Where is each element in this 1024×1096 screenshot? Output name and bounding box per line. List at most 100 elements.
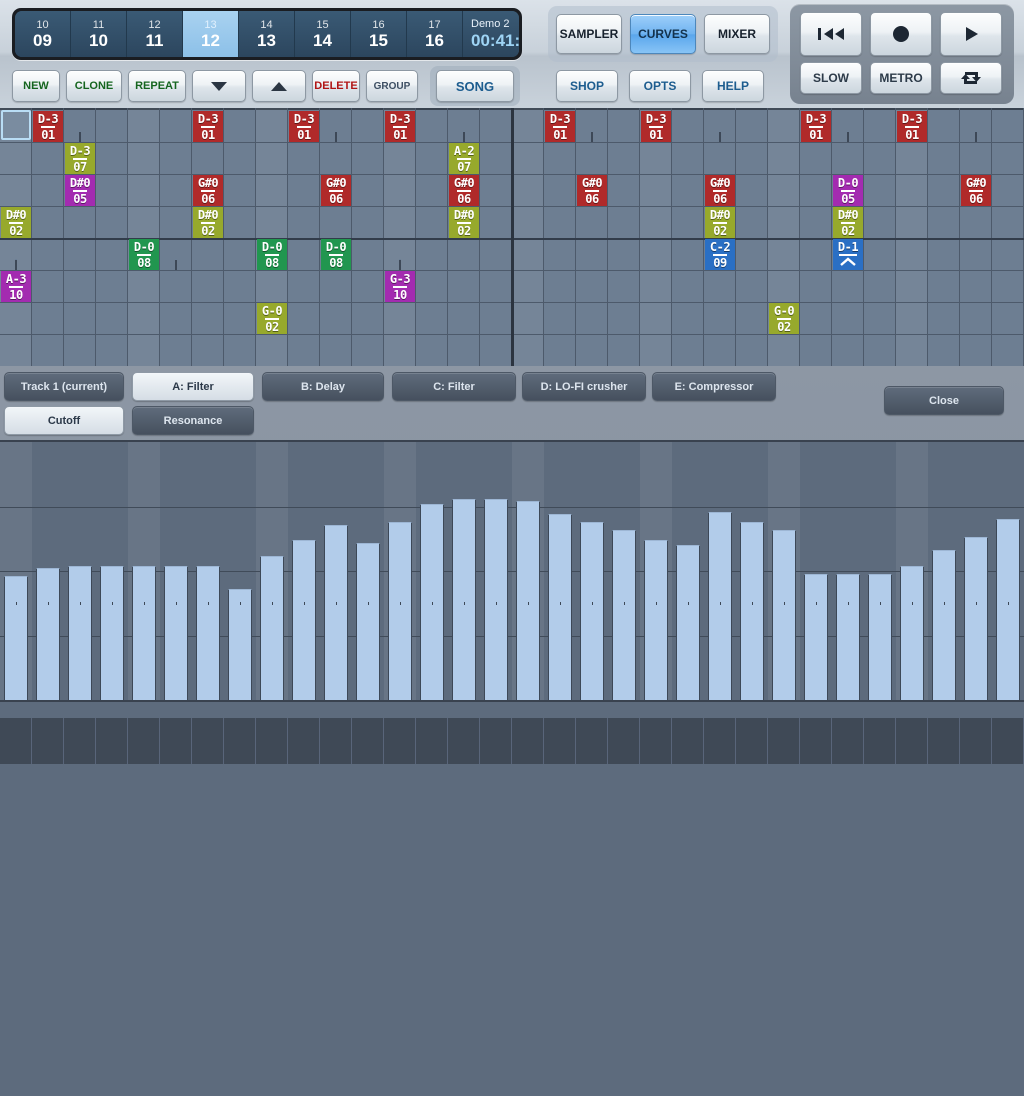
note-cell[interactable]: A-2 07 bbox=[449, 143, 479, 174]
note-cell[interactable]: G-0 02 bbox=[769, 303, 799, 334]
note-cell[interactable]: D#0 02 bbox=[193, 207, 223, 238]
help-button[interactable]: HELP bbox=[702, 70, 764, 102]
chart-bar[interactable] bbox=[484, 499, 508, 700]
sequencer-grid[interactable]: D-3 01 D-3 01 D-3 01 D-3 01 D-3 01 D-3 01 D-3 01 D-3 01… bbox=[0, 108, 1024, 366]
chart-bar[interactable] bbox=[388, 522, 412, 700]
note-tie[interactable] bbox=[449, 111, 479, 142]
chart-footer-cell[interactable] bbox=[192, 718, 224, 764]
playhead-cursor[interactable] bbox=[1, 110, 31, 140]
curve-chart[interactable] bbox=[0, 440, 1024, 1096]
param-resonance[interactable]: Resonance bbox=[132, 406, 254, 435]
chart-bar[interactable] bbox=[68, 566, 92, 700]
chart-footer-cell[interactable] bbox=[384, 718, 416, 764]
chart-footer-cell[interactable] bbox=[864, 718, 896, 764]
note-cell[interactable]: D-3 01 bbox=[193, 111, 223, 142]
tab-effect-e[interactable]: E: Compressor bbox=[652, 372, 776, 401]
delete-button[interactable]: DELETE bbox=[312, 70, 360, 102]
note-cell[interactable]: D-1 bbox=[833, 239, 863, 270]
note-cell[interactable]: D-3 01 bbox=[801, 111, 831, 142]
note-tie[interactable] bbox=[833, 111, 863, 142]
chart-footer-cell[interactable] bbox=[0, 718, 32, 764]
tab-effect-a[interactable]: A: Filter bbox=[132, 372, 254, 401]
chart-bar[interactable] bbox=[36, 568, 60, 700]
tab-sampler[interactable]: SAMPLER bbox=[556, 14, 622, 54]
chart-bar[interactable] bbox=[132, 566, 156, 700]
chart-bar[interactable] bbox=[580, 522, 604, 700]
note-cell[interactable]: G-3 10 bbox=[385, 271, 415, 302]
chart-footer-cell[interactable] bbox=[64, 718, 96, 764]
move-down-button[interactable] bbox=[192, 70, 246, 102]
chart-bar[interactable] bbox=[516, 501, 540, 700]
move-up-button[interactable] bbox=[252, 70, 306, 102]
note-cell[interactable]: D-0 08 bbox=[321, 239, 351, 270]
note-tie[interactable] bbox=[161, 239, 191, 270]
note-cell[interactable]: D-0 08 bbox=[129, 239, 159, 270]
note-cell[interactable]: D#0 05 bbox=[65, 175, 95, 206]
pattern-cell-16[interactable]: 16 15 bbox=[351, 11, 407, 57]
chart-bar[interactable] bbox=[676, 545, 700, 700]
chart-footer-cell[interactable] bbox=[320, 718, 352, 764]
note-cell[interactable]: D-0 05 bbox=[833, 175, 863, 206]
chart-footer-cell[interactable] bbox=[480, 718, 512, 764]
chart-bar[interactable] bbox=[548, 514, 572, 700]
chart-footer-cell[interactable] bbox=[128, 718, 160, 764]
chart-bar[interactable] bbox=[100, 566, 124, 700]
note-cell[interactable]: C-2 09 bbox=[705, 239, 735, 270]
pattern-cell-17[interactable]: 17 16 bbox=[407, 11, 463, 57]
pattern-cell-11[interactable]: 11 10 bbox=[71, 11, 127, 57]
chart-bar[interactable] bbox=[900, 566, 924, 700]
note-cell[interactable]: D#0 02 bbox=[705, 207, 735, 238]
chart-bar[interactable] bbox=[228, 589, 252, 700]
curve-chart-plot[interactable] bbox=[0, 442, 1024, 700]
chart-footer-cell[interactable] bbox=[704, 718, 736, 764]
chart-bar[interactable] bbox=[964, 537, 988, 700]
tab-effect-c[interactable]: C: Filter bbox=[392, 372, 516, 401]
rewind-button[interactable] bbox=[800, 12, 862, 56]
param-cutoff[interactable]: Cutoff bbox=[4, 406, 124, 435]
chart-footer-cell[interactable] bbox=[416, 718, 448, 764]
pattern-cell-12[interactable]: 12 11 bbox=[127, 11, 183, 57]
chart-bar[interactable] bbox=[612, 530, 636, 700]
note-cell[interactable]: G#0 06 bbox=[577, 175, 607, 206]
chart-footer-cell[interactable] bbox=[288, 718, 320, 764]
chart-footer-cell[interactable] bbox=[672, 718, 704, 764]
chart-footer-cell[interactable] bbox=[512, 718, 544, 764]
chart-bar[interactable] bbox=[740, 522, 764, 700]
chart-bar[interactable] bbox=[292, 540, 316, 700]
clone-button[interactable]: CLONE bbox=[66, 70, 122, 102]
chart-footer-cell[interactable] bbox=[608, 718, 640, 764]
note-cell[interactable]: D#0 02 bbox=[1, 207, 31, 238]
note-cell[interactable]: D-3 07 bbox=[65, 143, 95, 174]
record-button[interactable] bbox=[870, 12, 932, 56]
chart-bar[interactable] bbox=[772, 530, 796, 700]
pattern-cell-14[interactable]: 14 13 bbox=[239, 11, 295, 57]
chart-bar[interactable] bbox=[196, 566, 220, 700]
note-cell[interactable]: A-3 10 bbox=[1, 271, 31, 302]
chart-footer-cell[interactable] bbox=[800, 718, 832, 764]
note-cell[interactable]: D#0 02 bbox=[449, 207, 479, 238]
chart-bar[interactable] bbox=[932, 550, 956, 700]
chart-bar[interactable] bbox=[708, 512, 732, 700]
pattern-cell-13[interactable]: 13 12 bbox=[183, 11, 239, 57]
chart-bar[interactable] bbox=[4, 576, 28, 700]
repeat-button[interactable]: REPEAT bbox=[128, 70, 186, 102]
note-cell[interactable]: D-3 01 bbox=[33, 111, 63, 142]
play-button[interactable] bbox=[940, 12, 1002, 56]
chart-bar[interactable] bbox=[324, 525, 348, 700]
chart-footer-cell[interactable] bbox=[992, 718, 1024, 764]
chart-footer-cell[interactable] bbox=[256, 718, 288, 764]
note-cell[interactable]: D-3 01 bbox=[289, 111, 319, 142]
note-tie[interactable] bbox=[577, 111, 607, 142]
metro-button[interactable]: METRO bbox=[870, 62, 932, 94]
note-tie[interactable] bbox=[385, 239, 415, 270]
note-cell[interactable]: G-0 02 bbox=[257, 303, 287, 334]
note-tie[interactable] bbox=[321, 111, 351, 142]
chart-footer-cell[interactable] bbox=[928, 718, 960, 764]
slow-button[interactable]: SLOW bbox=[800, 62, 862, 94]
note-cell[interactable]: D-0 08 bbox=[257, 239, 287, 270]
chart-bar[interactable] bbox=[356, 543, 380, 700]
chart-bar[interactable] bbox=[644, 540, 668, 700]
note-cell[interactable]: G#0 06 bbox=[193, 175, 223, 206]
chart-bar[interactable] bbox=[260, 556, 284, 700]
opts-button[interactable]: OPTS bbox=[629, 70, 691, 102]
